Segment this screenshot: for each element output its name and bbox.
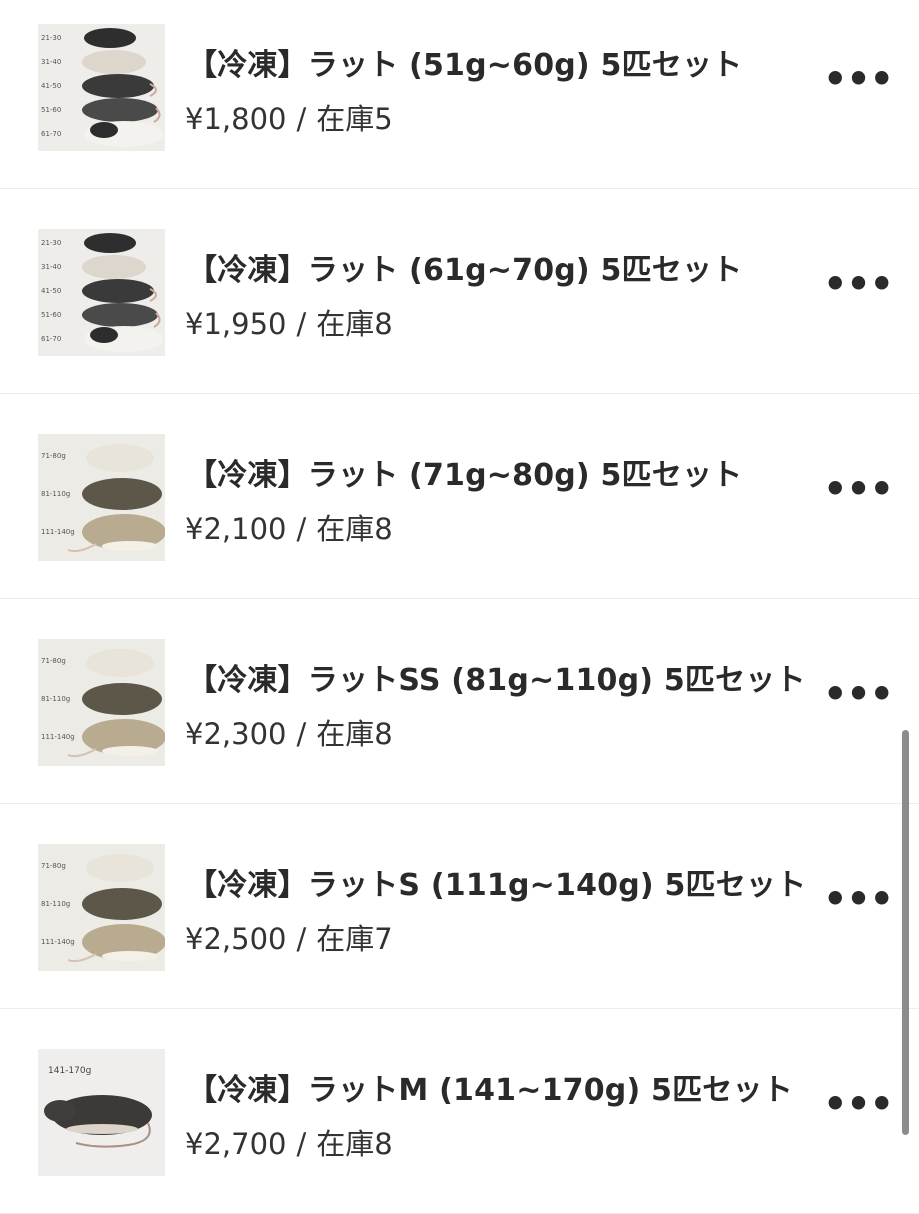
product-price: ¥2,500: [185, 922, 287, 956]
meta-separator: /: [296, 512, 307, 546]
meta-separator: /: [296, 922, 307, 956]
svg-text:41-50: 41-50: [41, 82, 61, 90]
product-thumbnail[interactable]: 21-30 31-40 41-50 51-60 61-70: [38, 24, 165, 151]
more-options-button[interactable]: •••: [823, 60, 894, 104]
meta-separator: /: [296, 1127, 307, 1161]
product-title[interactable]: 【冷凍】ラット (51g~60g) 5匹セット: [187, 40, 742, 84]
product-price: ¥1,800: [185, 102, 287, 136]
list-item[interactable]: 71-80g 81-110g 111-140g 【冷凍】ラット (71g~80g…: [0, 394, 919, 599]
svg-text:111-140g: 111-140g: [41, 528, 75, 536]
product-title[interactable]: 【冷凍】ラットS (111g~140g) 5匹セット: [187, 860, 806, 904]
list-item[interactable]: 21-30 31-40 41-50 51-60 61-70 【冷凍】ラット (6…: [0, 189, 919, 394]
svg-text:61-70: 61-70: [41, 335, 61, 343]
product-title[interactable]: 【冷凍】ラット (61g~70g) 5匹セット: [187, 245, 742, 289]
product-meta: ¥1,800 / 在庫5: [185, 96, 393, 138]
more-options-button[interactable]: •••: [823, 1085, 894, 1129]
product-thumbnail[interactable]: 21-30 31-40 41-50 51-60 61-70: [38, 229, 165, 356]
product-meta: ¥1,950 / 在庫8: [185, 301, 393, 343]
more-horizontal-icon: •••: [823, 1082, 894, 1126]
svg-text:81-110g: 81-110g: [41, 695, 70, 703]
product-title[interactable]: 【冷凍】ラット (71g~80g) 5匹セット: [187, 450, 742, 494]
list-item[interactable]: 71-80g 81-110g 111-140g 【冷凍】ラットSS (81g~1…: [0, 599, 919, 804]
svg-text:141-170g: 141-170g: [48, 1066, 91, 1076]
product-meta: ¥2,500 / 在庫7: [185, 916, 393, 958]
product-meta: ¥2,300 / 在庫8: [185, 711, 393, 753]
list-item[interactable]: 21-30 31-40 41-50 51-60 61-70 【冷凍】ラット (5…: [0, 0, 919, 189]
more-horizontal-icon: •••: [823, 467, 894, 511]
svg-text:111-140g: 111-140g: [41, 733, 75, 741]
more-horizontal-icon: •••: [823, 672, 894, 716]
more-options-button[interactable]: •••: [823, 265, 894, 309]
scrollbar[interactable]: [902, 730, 909, 1135]
product-stock: 在庫8: [316, 512, 393, 546]
svg-text:81-110g: 81-110g: [41, 900, 70, 908]
meta-separator: /: [296, 307, 307, 341]
more-options-button[interactable]: •••: [823, 675, 894, 719]
svg-text:71-80g: 71-80g: [41, 452, 66, 460]
svg-text:71-80g: 71-80g: [41, 657, 66, 665]
product-stock: 在庫8: [316, 717, 393, 751]
product-title[interactable]: 【冷凍】ラットM (141~170g) 5匹セット: [187, 1065, 793, 1109]
svg-text:111-140g: 111-140g: [41, 938, 75, 946]
svg-text:21-30: 21-30: [41, 34, 61, 42]
product-price: ¥2,700: [185, 1127, 287, 1161]
product-list: 21-30 31-40 41-50 51-60 61-70 【冷凍】ラット (5…: [0, 0, 919, 1214]
product-title[interactable]: 【冷凍】ラットSS (81g~110g) 5匹セット: [187, 655, 806, 699]
product-stock: 在庫8: [316, 1127, 393, 1161]
product-meta: ¥2,700 / 在庫8: [185, 1121, 393, 1163]
product-price: ¥1,950: [185, 307, 287, 341]
svg-text:21-30: 21-30: [41, 239, 61, 247]
svg-text:81-110g: 81-110g: [41, 490, 70, 498]
svg-text:51-60: 51-60: [41, 106, 61, 114]
product-stock: 在庫7: [316, 922, 393, 956]
product-stock: 在庫5: [316, 102, 393, 136]
product-thumbnail[interactable]: 71-80g 81-110g 111-140g: [38, 434, 165, 561]
list-item[interactable]: 141-170g 【冷凍】ラットM (141~170g) 5匹セット ¥2,70…: [0, 1009, 919, 1214]
product-stock: 在庫8: [316, 307, 393, 341]
svg-text:41-50: 41-50: [41, 287, 61, 295]
more-options-button[interactable]: •••: [823, 470, 894, 514]
svg-text:61-70: 61-70: [41, 130, 61, 138]
product-meta: ¥2,100 / 在庫8: [185, 506, 393, 548]
more-horizontal-icon: •••: [823, 57, 894, 101]
product-price: ¥2,100: [185, 512, 287, 546]
svg-text:31-40: 31-40: [41, 58, 61, 66]
more-horizontal-icon: •••: [823, 262, 894, 306]
more-horizontal-icon: •••: [823, 877, 894, 921]
meta-separator: /: [296, 102, 307, 136]
product-thumbnail[interactable]: 141-170g: [38, 1049, 165, 1176]
svg-text:51-60: 51-60: [41, 311, 61, 319]
meta-separator: /: [296, 717, 307, 751]
svg-text:31-40: 31-40: [41, 263, 61, 271]
product-thumbnail[interactable]: 71-80g 81-110g 111-140g: [38, 844, 165, 971]
svg-text:71-80g: 71-80g: [41, 862, 66, 870]
list-item[interactable]: 71-80g 81-110g 111-140g 【冷凍】ラットS (111g~1…: [0, 804, 919, 1009]
more-options-button[interactable]: •••: [823, 880, 894, 924]
product-thumbnail[interactable]: 71-80g 81-110g 111-140g: [38, 639, 165, 766]
product-price: ¥2,300: [185, 717, 287, 751]
